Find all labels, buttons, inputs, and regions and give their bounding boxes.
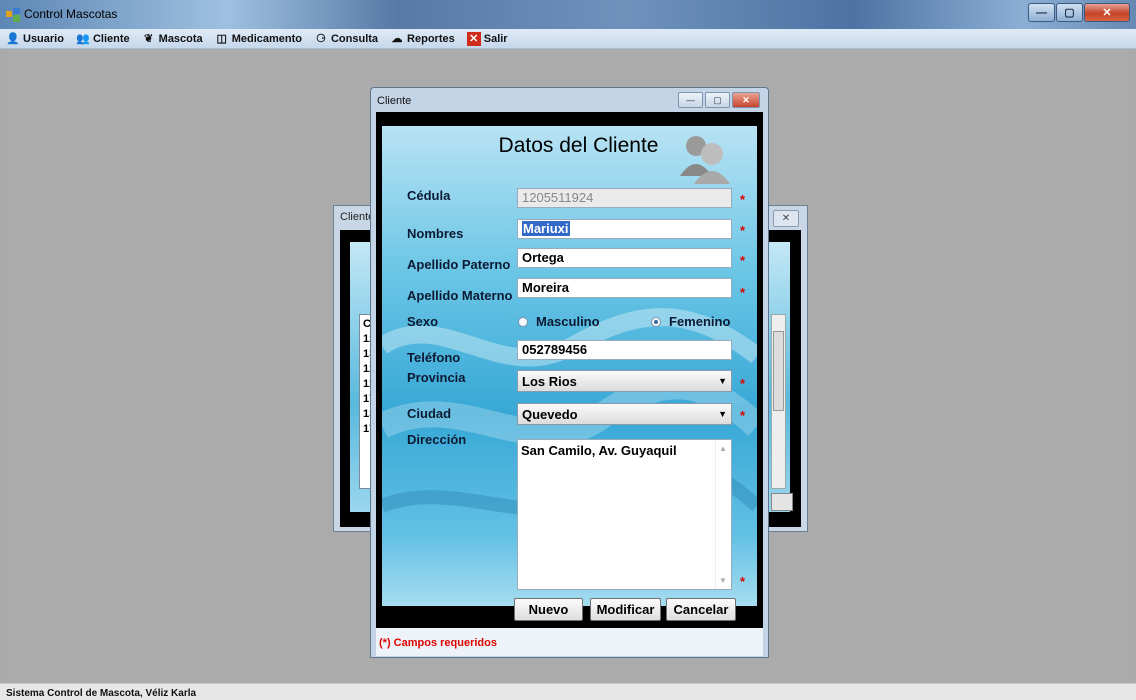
menu-mascota-label: Mascota — [158, 32, 203, 45]
main-window-controls: — ▢ ✕ — [1027, 3, 1130, 22]
pet-icon: ❦ — [144, 33, 154, 45]
status-text: Sistema Control de Mascota, Véliz Karla — [6, 688, 197, 699]
sexo-masculino-radio[interactable]: Masculino — [518, 314, 600, 329]
menu-cliente[interactable]: 👥 Cliente — [76, 32, 130, 46]
ciudad-select[interactable]: Quevedo ▼ — [517, 403, 732, 425]
provincia-label: Provincia — [407, 370, 466, 385]
direccion-textarea[interactable]: San Camilo, Av. Guyaquil ▲ ▼ — [517, 439, 732, 590]
ciudad-value: Quevedo — [522, 407, 578, 422]
nombres-field[interactable]: Mariuxi — [517, 219, 732, 239]
provincia-value: Los Rios — [522, 374, 577, 389]
client-form-window-controls: — ▢ ✕ — [676, 92, 760, 108]
main-window-title: Control Mascotas — [24, 7, 118, 21]
apellido-paterno-label: Apellido Paterno — [407, 257, 511, 272]
textarea-scrollbar[interactable]: ▲ ▼ — [715, 440, 731, 589]
maximize-button[interactable]: ▢ — [1056, 3, 1083, 22]
required-fields-note: (*) Campos requeridos — [379, 637, 497, 649]
exit-icon: ✕ — [466, 31, 481, 46]
nuevo-button[interactable]: Nuevo — [514, 598, 583, 621]
close-button[interactable]: ✕ — [1084, 3, 1130, 22]
required-mark: * — [740, 574, 746, 589]
menu-reportes-label: Reportes — [407, 32, 455, 45]
client-list-button[interactable] — [771, 493, 793, 511]
direccion-value: San Camilo, Av. Guyaquil — [521, 443, 677, 458]
form-maximize-button[interactable]: ▢ — [705, 92, 730, 108]
client-list-close-button[interactable]: ✕ — [773, 210, 799, 227]
menu-reportes[interactable]: ☁ Reportes — [390, 32, 455, 46]
form-footer: (*) Campos requeridos — [376, 628, 763, 656]
apellido-paterno-field[interactable]: Ortega — [517, 248, 732, 268]
medicine-icon: ◫ — [216, 33, 227, 45]
cancelar-button[interactable]: Cancelar — [666, 598, 736, 621]
menu-usuario[interactable]: 👤 Usuario — [6, 32, 64, 46]
apellido-materno-field[interactable]: Moreira — [517, 278, 732, 298]
scroll-down-icon[interactable]: ▼ — [719, 576, 727, 585]
people-icon: 👥 — [76, 33, 90, 45]
radio-circle — [518, 316, 528, 327]
required-mark: * — [740, 285, 746, 300]
chevron-down-icon: ▼ — [718, 376, 727, 386]
client-form-body: Datos del Cliente Cédula 1205511924 * No… — [376, 112, 763, 628]
menu-medicamento[interactable]: ◫ Medicamento — [215, 32, 302, 46]
minimize-button[interactable]: — — [1028, 3, 1055, 22]
sexo-masculino-label: Masculino — [536, 314, 600, 329]
required-mark: * — [740, 253, 746, 268]
telefono-label: Teléfono — [407, 350, 461, 365]
menu-salir-label: Salir — [483, 32, 508, 45]
required-mark: * — [740, 408, 746, 423]
menu-salir[interactable]: ✕ Salir — [466, 31, 508, 46]
main-title-bar: Control Mascotas — ▢ ✕ — [0, 0, 1136, 29]
people-icon — [680, 136, 730, 184]
menu-consulta-label: Consulta — [330, 32, 379, 45]
menu-consulta[interactable]: ⚆ Consulta — [314, 32, 378, 46]
telefono-field[interactable]: 052789456 — [517, 340, 732, 360]
sexo-label: Sexo — [407, 314, 439, 329]
form-close-button[interactable]: ✕ — [732, 92, 760, 108]
radio-circle-checked — [651, 316, 661, 327]
scrollbar-thumb[interactable] — [773, 331, 784, 411]
menu-bar: 👤 Usuario 👥 Cliente ❦ Mascota ◫ Medicamento … — [0, 29, 1136, 49]
required-mark: * — [740, 192, 746, 207]
modificar-button[interactable]: Modificar — [590, 598, 661, 621]
ciudad-label: Ciudad — [407, 406, 452, 421]
client-form-window: Cliente — ▢ ✕ Datos del Cliente Cédula 1… — [370, 87, 769, 658]
sexo-femenino-label: Femenino — [669, 314, 731, 329]
provincia-select[interactable]: Los Rios ▼ — [517, 370, 732, 392]
required-mark: * — [740, 376, 746, 391]
scroll-up-icon[interactable]: ▲ — [719, 444, 727, 453]
client-list-scrollbar[interactable] — [771, 314, 786, 489]
required-mark: * — [740, 223, 746, 238]
direccion-label: Dirección — [407, 432, 467, 447]
user-key-icon: 👤 — [6, 33, 20, 45]
menu-mascota[interactable]: ❦ Mascota — [142, 32, 203, 46]
menu-cliente-label: Cliente — [92, 32, 130, 45]
form-minimize-button[interactable]: — — [678, 92, 703, 108]
app-icon — [6, 8, 20, 22]
client-form-window-title: Cliente — [377, 95, 412, 107]
menu-usuario-label: Usuario — [23, 32, 64, 45]
nombres-label: Nombres — [407, 226, 464, 241]
nombres-value: Mariuxi — [522, 221, 570, 236]
consult-icon: ⚆ — [316, 33, 326, 45]
sexo-femenino-radio[interactable]: Femenino — [651, 314, 730, 329]
apellido-materno-label: Apellido Materno — [407, 288, 513, 303]
menu-medicamento-label: Medicamento — [231, 32, 302, 45]
reports-icon: ☁ — [391, 33, 403, 45]
status-bar: Sistema Control de Mascota, Véliz Karla — [0, 683, 1136, 700]
chevron-down-icon: ▼ — [718, 409, 727, 419]
cedula-label: Cédula — [407, 188, 451, 203]
cedula-field[interactable]: 1205511924 — [517, 188, 732, 208]
